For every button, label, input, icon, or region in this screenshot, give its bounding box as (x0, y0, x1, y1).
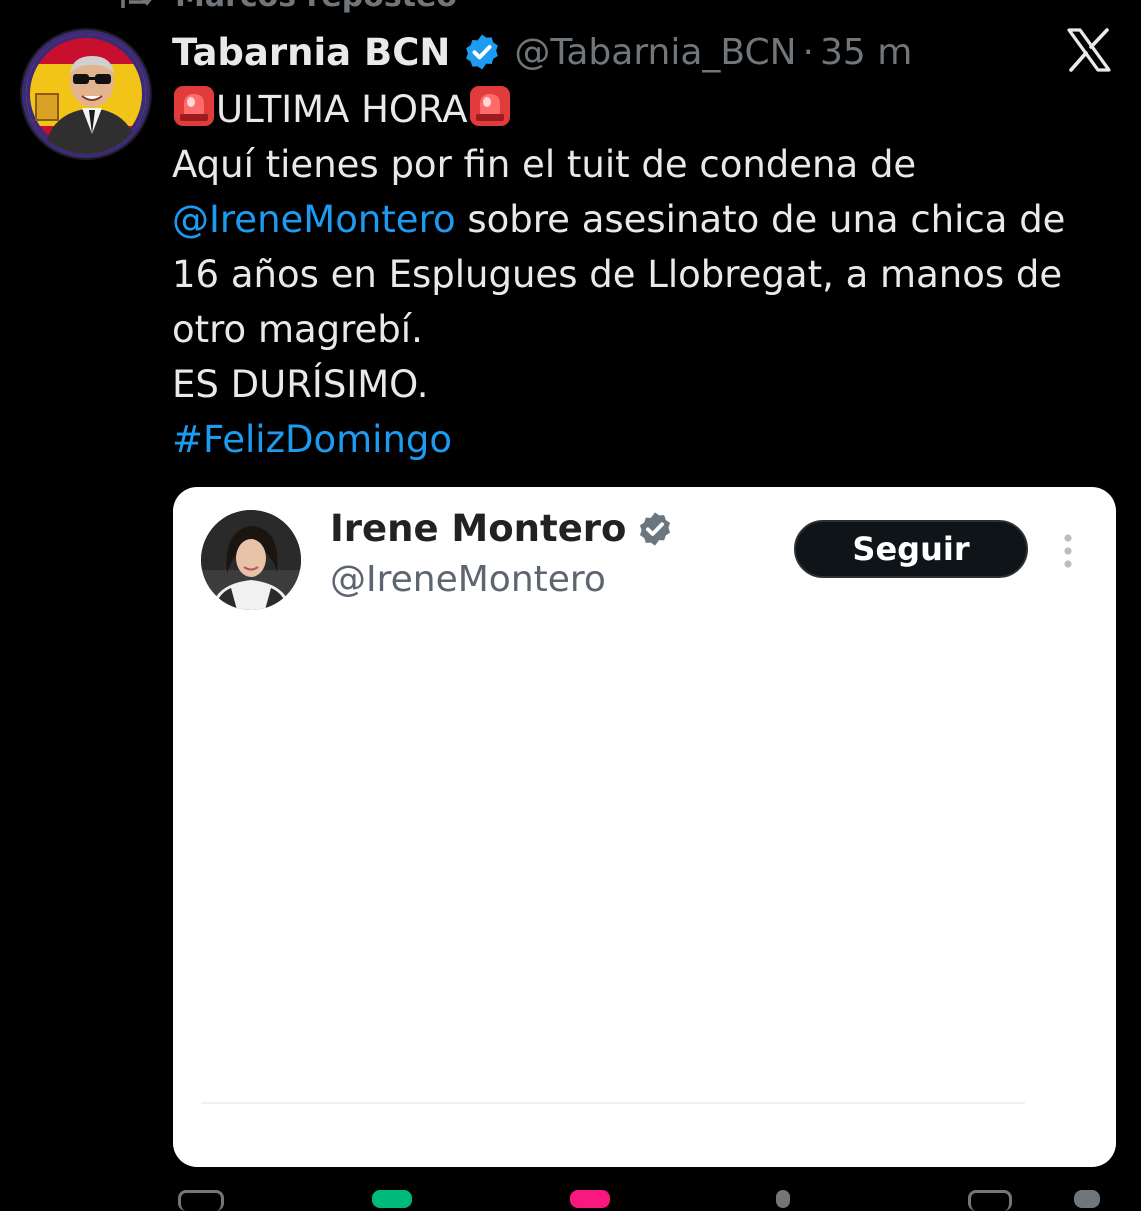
police-siren-icon (174, 86, 214, 126)
tweet-timestamp[interactable]: 35 m (820, 32, 912, 73)
police-siren-icon (469, 86, 510, 126)
tweet-line-3: @IreneMontero sobre asesinato de una chi… (172, 192, 1122, 247)
author-avatar[interactable] (26, 34, 146, 154)
author-handle[interactable]: @Tabarnia_BCN (514, 32, 796, 73)
embedded-tweet-card[interactable]: Irene Montero @IreneMontero Seguir (173, 487, 1116, 1167)
tweet-text: ULTIMA HORA Aquí tienes por fin el tuit … (172, 82, 1122, 467)
bookmark-icon[interactable] (968, 1190, 1012, 1211)
verified-badge-icon (466, 34, 499, 70)
retweet-icon[interactable] (372, 1190, 412, 1208)
tweet-line-3-rest: sobre asesinato de una chica de (455, 198, 1066, 241)
repost-text: Marcos reposteó (175, 0, 457, 14)
follow-button[interactable]: Seguir (794, 520, 1028, 578)
card-divider (201, 1102, 1025, 1104)
breaking-news-text: ULTIMA HORA (216, 88, 468, 131)
embedded-author-name-row: Irene Montero (330, 507, 674, 550)
tweet-header: Tabarnia BCN @Tabarnia_BCN · 35 m (172, 26, 912, 78)
tweet-line-6: ES DURÍSIMO. (172, 363, 429, 406)
x-logo-icon (1067, 28, 1111, 72)
reply-icon[interactable] (178, 1190, 224, 1211)
tweet-action-bar (0, 1190, 1141, 1211)
tweet-line-5: otro magrebí. (172, 308, 423, 351)
tweet-line-4: 16 años en Esplugues de Llobregat, a man… (172, 253, 1063, 296)
repost-icon (121, 0, 152, 8)
share-icon[interactable] (1074, 1190, 1100, 1208)
embedded-author-name: Irene Montero (330, 507, 627, 550)
mention-link[interactable]: @IreneMontero (172, 198, 456, 241)
author-display-name[interactable]: Tabarnia BCN (172, 31, 450, 74)
like-icon[interactable] (570, 1190, 610, 1208)
views-icon[interactable] (776, 1190, 790, 1208)
separator-dot: · (802, 31, 814, 73)
more-vertical-icon[interactable] (1055, 531, 1081, 571)
verified-badge-gray-icon (640, 511, 671, 546)
repost-indicator: Marcos reposteó (115, 0, 457, 14)
tweet-line-2: Aquí tienes por fin el tuit de condena d… (172, 143, 917, 186)
tweet-line-1: ULTIMA HORA (172, 82, 1122, 137)
hashtag-link[interactable]: #FelizDomingo (172, 412, 1122, 467)
embedded-author-avatar (201, 510, 301, 610)
embedded-author-handle: @IreneMontero (330, 559, 606, 600)
